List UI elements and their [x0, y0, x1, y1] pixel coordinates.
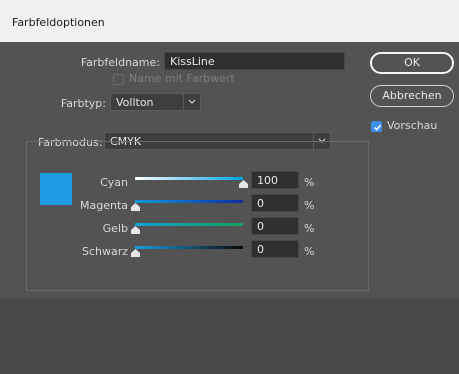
cyan-slider[interactable] — [135, 174, 248, 188]
magenta-percent-sign: % — [304, 199, 315, 212]
cyan-value-input[interactable] — [251, 171, 299, 189]
preview-checkbox[interactable] — [371, 121, 382, 132]
color-type-label: Farbtyp: — [60, 97, 106, 110]
cyan-percent-sign: % — [304, 176, 315, 189]
magenta-value-input[interactable] — [251, 194, 299, 212]
cyan-slider-track — [135, 177, 243, 180]
checkmark-icon — [373, 124, 382, 131]
channel-label-yellow: Gelb — [102, 222, 128, 235]
yellow-percent-sign: % — [304, 222, 315, 235]
channel-label-cyan: Cyan — [100, 176, 128, 189]
name-with-color-label: Name mit Farbwert — [129, 72, 235, 85]
cancel-button[interactable]: Abbrechen — [370, 85, 454, 107]
name-with-color-checkbox[interactable] — [113, 74, 124, 85]
black-slider[interactable] — [130, 243, 243, 257]
cyan-slider-thumb[interactable] — [238, 180, 248, 188]
black-value-input[interactable] — [251, 240, 299, 258]
color-values-group — [26, 141, 369, 291]
channel-label-black: Schwarz — [81, 245, 128, 258]
preview-label: Vorschau — [387, 119, 438, 132]
magenta-slider[interactable] — [130, 197, 243, 211]
black-percent-sign: % — [304, 245, 315, 258]
dialog-title: Farbfeldoptionen — [12, 16, 105, 29]
color-type-value: Vollton — [116, 96, 154, 109]
yellow-slider-thumb[interactable] — [130, 226, 140, 234]
dialog-bottom-area — [0, 298, 459, 374]
magenta-slider-thumb[interactable] — [130, 203, 140, 211]
black-slider-thumb[interactable] — [130, 249, 140, 257]
chevron-down-icon — [183, 94, 200, 110]
color-type-select[interactable]: Vollton — [110, 93, 201, 111]
yellow-slider-track — [135, 223, 243, 226]
yellow-value-input[interactable] — [251, 217, 299, 235]
swatch-name-label: Farbfeldname: — [80, 56, 160, 69]
yellow-slider[interactable] — [130, 220, 243, 234]
black-slider-track — [135, 246, 243, 249]
swatch-name-input[interactable] — [164, 52, 345, 70]
magenta-slider-track — [135, 200, 243, 203]
ok-button[interactable]: OK — [370, 52, 454, 74]
channel-label-magenta: Magenta — [79, 199, 128, 212]
title-bar: Farbfeldoptionen — [0, 0, 459, 42]
swatch-options-dialog: Farbfeldoptionen Farbfeldname: Name mit … — [0, 0, 459, 374]
